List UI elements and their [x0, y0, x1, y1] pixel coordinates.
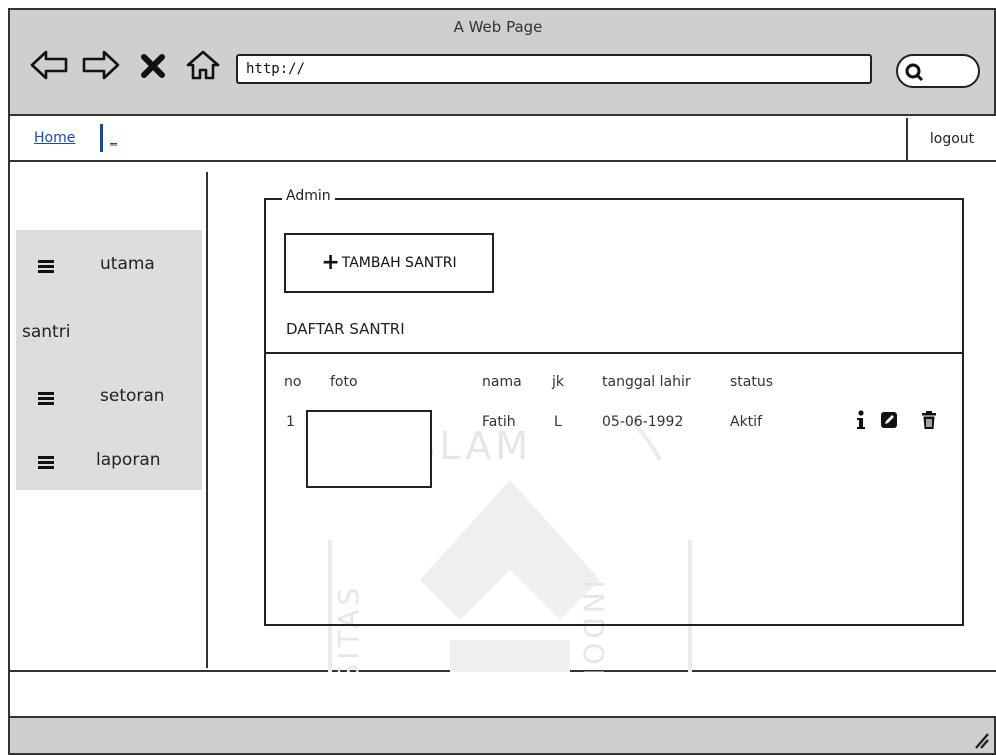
footer	[8, 672, 996, 716]
plus-icon: +	[321, 250, 340, 275]
info-icon[interactable]	[852, 410, 870, 430]
link-bar	[8, 116, 996, 162]
window-title: A Web Page	[453, 18, 543, 36]
status-bar	[8, 716, 996, 755]
close-x-icon[interactable]	[136, 48, 170, 82]
menu-icon	[38, 456, 54, 469]
menu-icon	[38, 260, 54, 273]
sidebar-divider	[206, 172, 208, 668]
search-field[interactable]	[896, 54, 980, 88]
sidebar-item-setoran[interactable]: setoran	[100, 386, 165, 406]
link-separator	[100, 124, 103, 152]
more-link[interactable]: _	[110, 130, 117, 146]
forward-arrow-icon[interactable]	[80, 48, 122, 82]
delete-icon[interactable]	[920, 410, 938, 430]
cell-tanggal-lahir: 05-06-1992	[602, 414, 684, 430]
list-title: DAFTAR SANTRI	[286, 320, 405, 338]
edit-icon[interactable]	[880, 410, 898, 430]
add-santri-label: TAMBAH SANTRI	[341, 255, 457, 271]
column-header-no: no	[284, 374, 302, 390]
menu-icon	[38, 392, 54, 405]
cell-status: Aktif	[730, 414, 762, 430]
panel-legend: Admin	[282, 188, 335, 204]
panel-divider	[264, 352, 964, 354]
column-header-foto: foto	[330, 374, 358, 390]
photo-placeholder	[306, 410, 432, 488]
column-header-nama: nama	[482, 374, 522, 390]
cell-no: 1	[286, 414, 295, 430]
sidebar-item-santri[interactable]: santri	[22, 322, 70, 342]
home-link[interactable]: Home	[34, 130, 75, 146]
column-header-jk: jk	[552, 374, 564, 390]
search-icon	[905, 63, 924, 82]
url-field[interactable]: http://	[236, 54, 872, 84]
sidebar-item-laporan[interactable]: laporan	[96, 450, 161, 470]
back-arrow-icon[interactable]	[28, 48, 70, 82]
logout-button[interactable]: logout	[906, 118, 996, 160]
cell-jk: L	[554, 414, 562, 430]
sidebar-item-utama[interactable]: utama	[100, 254, 155, 274]
home-icon[interactable]	[184, 48, 222, 82]
column-header-tanggal-lahir: tanggal lahir	[602, 374, 691, 390]
resize-grip-icon[interactable]	[970, 730, 990, 750]
add-santri-button[interactable]: + TAMBAH SANTRI	[284, 233, 494, 293]
cell-nama: Fatih	[482, 414, 516, 430]
column-header-status: status	[730, 374, 774, 390]
